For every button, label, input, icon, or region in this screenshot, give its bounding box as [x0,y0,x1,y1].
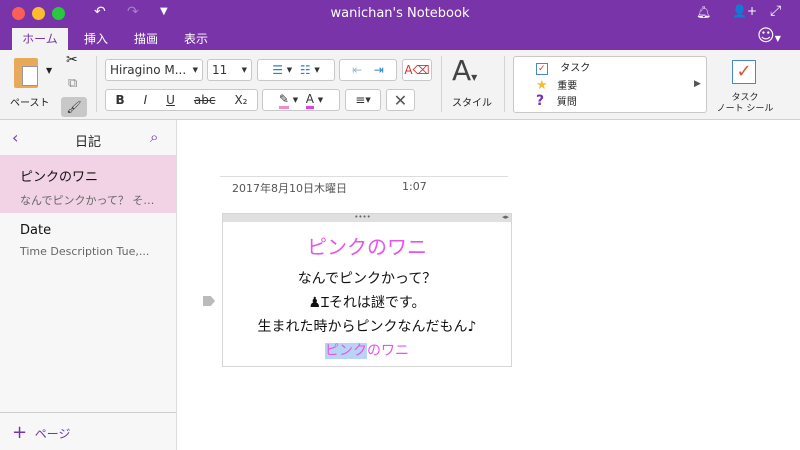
paste-dropdown[interactable]: ▼ [46,66,52,75]
tab-home[interactable]: ホーム [12,28,68,50]
note-line: なんでピンクかって？ [297,271,437,287]
selected-text: ピンク [325,343,367,359]
note-line-text: それは謎です。 [328,295,426,311]
checkbox-icon: ✓ [536,63,548,75]
font-color-icon[interactable]: A [305,92,314,109]
note-line-text: のワニ [367,343,409,359]
bullet-list-icon[interactable]: ☰ [272,63,283,77]
paste-label: ペースト [10,98,50,109]
tab-draw[interactable]: 描画 [126,28,166,50]
page-date: 2017年8月10日木曜日 [232,182,347,195]
subscript-button[interactable]: X₂ [234,93,247,107]
task-tag-label: タスク [731,93,759,103]
tag-label: 重要 [557,81,578,92]
ribbon: ▼ ペースト ✂ ⧉ 🖌︎ Hiragino M... ▼ 11 ▼ ☰ ▼ ☷ ▼… [0,50,800,120]
paragraph-handle-icon[interactable] [203,296,215,306]
page-title: ピンクのワニ [20,170,99,185]
page-list-sidebar: ‹ 日記 ⌕ ピンクのワニ なんでピンクかって？ そ… Date Time De… [0,120,177,450]
color-buttons: ✎ ▼ A ▼ [262,89,340,111]
plus-icon: + [12,422,28,443]
tab-insert[interactable]: 挿入 [76,28,116,50]
task-note-tag-button[interactable]: タスク ノート シール [712,93,778,115]
cut-icon[interactable]: ✂ [66,52,78,68]
note-line: ♟︎Ɪそれは謎です。 [223,292,511,312]
question-icon: ? [536,93,545,109]
decrease-indent-icon[interactable]: ⇤ [352,63,362,77]
page-time: 1:07 [402,180,427,193]
strikethrough-button[interactable]: abc [194,93,216,107]
tag-label: タスク [560,63,591,74]
style-icon[interactable]: A▼ [452,54,477,87]
font-name-select[interactable]: Hiragino M... ▼ [105,59,203,81]
task-checkbox-icon[interactable]: ✓ [732,60,756,84]
list-buttons[interactable]: ☰ ▼ ☷ ▼ [257,59,335,81]
indent-buttons[interactable]: ⇤ ⇥ [339,59,397,81]
font-name-value: Hiragino M... [110,63,187,77]
tab-view[interactable]: 表示 [176,28,216,50]
paste-icon[interactable] [14,58,38,88]
add-person-icon[interactable]: 👤+ [732,4,757,18]
note-line: ピンクのワニ [223,340,511,360]
font-size-value: 11 [212,63,228,77]
gallery-more-icon[interactable]: ▶ [694,79,701,89]
window-title: wanichan's Notebook [330,6,470,21]
tags-gallery: ✓ タスク ★ 重要 ? 質問 ▶ [513,56,707,113]
italic-button[interactable]: I [144,93,148,107]
copy-icon[interactable]: ⧉ [68,76,77,91]
font-size-select[interactable]: 11 ▼ [207,59,252,81]
tag-item-question[interactable]: ? 質問 [536,93,577,109]
tag-label: 質問 [556,97,577,108]
star-icon: ★ [536,78,548,93]
clear-formatting-icon[interactable]: A⌫ [402,59,432,81]
note-container-move-handle[interactable]: •••• ◂▸ [223,214,511,222]
tag-item-important[interactable]: ★ 重要 [536,77,577,93]
task-tag-sublabel: ノート シール [716,104,774,114]
highlight-icon[interactable]: ✎ [278,92,289,109]
search-icon[interactable]: ⌕ [150,128,158,146]
note-container[interactable]: •••• ◂▸ ピンクのワニ なんでピンクかって？ ♟︎Ɪそれは謎です。 生まれた… [222,213,512,367]
align-icon[interactable]: ≡ ▼ [345,89,381,111]
increase-indent-icon[interactable]: ⇥ [374,63,384,77]
format-painter-icon[interactable]: 🖌︎ [61,97,87,117]
add-page-label: ページ [34,427,71,441]
add-page-button[interactable]: + ページ [12,422,71,443]
page-item[interactable]: ピンクのワニ なんでピンクかって？ そ… [0,156,176,213]
expand-icon[interactable]: ⤢ [770,3,781,19]
title-bar: ↶ ↷ ▼ wanichan's Notebook 🔔︎ 👤+ ⤢ ☺▼ ホーム… [0,0,800,50]
delete-icon[interactable]: ✕ [386,89,415,111]
page-preview: Time Description Tue,... [20,245,150,258]
bold-button[interactable]: B [115,93,124,107]
smiley-icon[interactable]: ☺▼ [757,26,781,46]
page-item[interactable]: Date Time Description Tue,... [0,213,176,270]
page-title: Date [20,223,52,238]
numbered-list-icon[interactable]: ☷ [300,63,311,77]
note-title: ピンクのワニ [307,235,427,259]
title-divider [220,176,508,177]
bell-icon[interactable]: 🔔︎ [696,5,711,19]
author-icon: ♟︎Ɪ [308,295,329,311]
style-label: スタイル [452,98,492,109]
note-line: 生まれた時からピンクなんだもん♪ [257,319,477,335]
text-format-buttons: B I U abc X₂ [105,89,258,111]
underline-button[interactable]: U [166,93,175,107]
tag-item-task[interactable]: ✓ タスク [536,59,591,75]
page-preview: なんでピンクかって？ そ… [20,194,155,207]
